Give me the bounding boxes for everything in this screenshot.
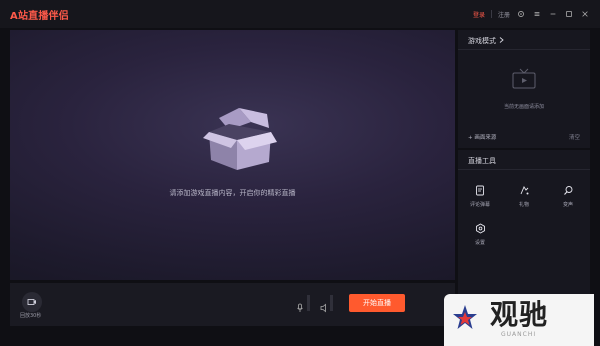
microphone-icon[interactable] (296, 298, 304, 317)
tv-icon (511, 68, 537, 90)
empty-box-icon (199, 100, 281, 172)
camera-icon (27, 299, 36, 305)
start-live-button[interactable]: 开始直播 (349, 294, 405, 312)
watermark: 观驰 GUANCHI (444, 294, 594, 346)
replay-label: 回放30秒 (20, 313, 42, 319)
preview-canvas[interactable]: 请添加游戏直播内容，开启你的精彩直播 (10, 30, 455, 280)
speaker-icon[interactable] (320, 298, 328, 317)
star-logo-icon (452, 304, 478, 330)
app-title: A站直播伴侣 (10, 11, 69, 22)
add-scene-source-button[interactable]: + 画面来源 (468, 133, 496, 141)
gear-icon (474, 222, 486, 234)
watermark-subtext: GUANCHI (501, 331, 537, 338)
divider (490, 10, 492, 18)
tool-comment[interactable]: 评论弹幕 (466, 184, 494, 208)
tool-label: 设置 (474, 240, 485, 246)
tool-voice-change[interactable]: 变声 (554, 184, 582, 208)
game-empty-text: 当前无画面请添加 (503, 104, 544, 110)
gift-icon (518, 184, 530, 196)
game-mode-title: 游戏模式 (468, 37, 496, 45)
comment-icon (474, 184, 486, 196)
minimize-icon[interactable] (548, 9, 558, 19)
bottom-controls: 回放30秒 开始直播 (10, 283, 455, 326)
voice-change-icon (562, 184, 574, 196)
chevron-right-icon (499, 37, 504, 45)
settings-icon[interactable] (516, 9, 526, 19)
menu-icon[interactable] (532, 9, 542, 19)
register-link[interactable]: 注册 (498, 10, 510, 19)
title-bar: A站直播伴侣 登录 注册 (0, 0, 600, 28)
live-tools-header: 直播工具 (468, 156, 496, 166)
tool-gift[interactable]: 礼物 (510, 184, 538, 208)
live-tools-title: 直播工具 (468, 157, 496, 165)
tool-label: 变声 (562, 202, 573, 208)
divider (458, 169, 590, 170)
replay-button[interactable] (22, 292, 42, 312)
maximize-icon[interactable] (564, 9, 574, 19)
tool-label: 礼物 (518, 202, 529, 208)
login-link[interactable]: 登录 (473, 10, 485, 19)
top-actions: 登录 注册 (473, 0, 600, 28)
close-icon[interactable] (580, 9, 590, 19)
mic-volume-bar[interactable] (307, 295, 310, 311)
clear-button[interactable]: 清空 (569, 133, 580, 141)
divider (458, 49, 590, 50)
speaker-volume-bar[interactable] (330, 295, 333, 311)
live-tools-panel: 直播工具 评论弹幕 礼物 变声 设置 (458, 150, 590, 310)
game-mode-panel: 游戏模式 当前无画面请添加 + 画面来源 清空 (458, 30, 590, 148)
tool-settings[interactable]: 设置 (466, 222, 494, 246)
game-mode-header[interactable]: 游戏模式 (468, 36, 504, 46)
preview-hint: 请添加游戏直播内容，开启你的精彩直播 (169, 189, 296, 197)
tool-label: 评论弹幕 (469, 202, 490, 208)
watermark-text: 观驰 (490, 298, 549, 331)
